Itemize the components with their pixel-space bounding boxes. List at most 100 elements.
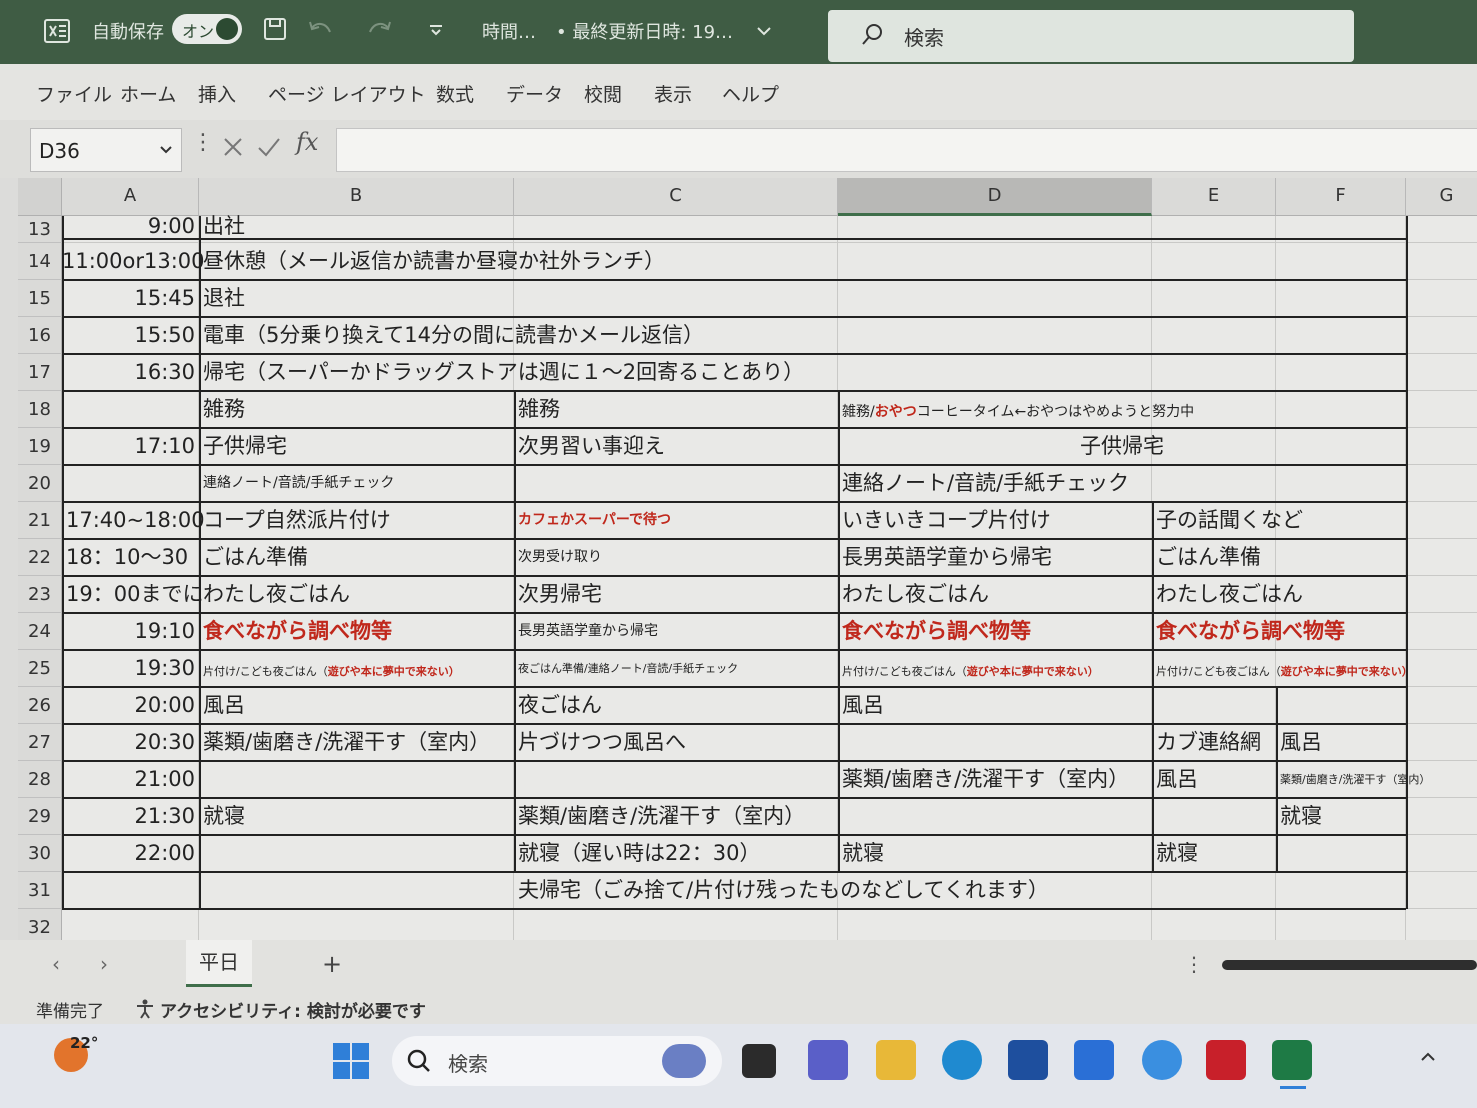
help-icon[interactable]	[1142, 1040, 1182, 1080]
row-header[interactable]: 20	[18, 465, 62, 502]
cell-a17[interactable]: 16:30	[62, 354, 199, 391]
cell-b15[interactable]: 退社	[199, 280, 514, 317]
cell-b18[interactable]: 雑務	[199, 391, 514, 428]
excel-taskbar-icon[interactable]	[1272, 1040, 1312, 1080]
cell-b24[interactable]: 食べながら調べ物等	[199, 613, 514, 650]
cell-e21[interactable]: 子の話聞くなど	[1152, 502, 1406, 539]
formula-input[interactable]	[336, 128, 1477, 172]
cell-a21[interactable]: 17:40~18:00	[62, 502, 205, 539]
windows-start-icon[interactable]	[332, 1042, 370, 1080]
redo-icon[interactable]	[366, 18, 394, 42]
row-header[interactable]: 17	[18, 354, 62, 391]
cell-a14[interactable]: 11:00or13:00	[62, 243, 205, 280]
customize-toolbar-icon[interactable]	[428, 24, 444, 36]
cell-b22[interactable]: ごはん準備	[199, 539, 514, 576]
undo-icon[interactable]	[306, 18, 334, 42]
cell-c22[interactable]: 次男受け取り	[514, 539, 838, 576]
taskbar-search[interactable]: 検索	[392, 1036, 722, 1086]
select-all-corner[interactable]	[18, 178, 62, 216]
cell-b20[interactable]: 連絡ノート/音読/手紙チェック	[199, 465, 514, 502]
cell-b27[interactable]: 薬類/歯磨き/洗濯干す（室内）	[199, 724, 514, 761]
accessibility-icon[interactable]	[134, 998, 156, 1020]
cell-c27[interactable]: 片づけつつ風呂へ	[514, 724, 838, 761]
more-options-icon[interactable]: ⋮	[1184, 952, 1204, 976]
next-sheet-icon[interactable]: ›	[100, 952, 108, 976]
cell-a23[interactable]: 19：00までに	[62, 576, 203, 613]
row-header[interactable]: 21	[18, 502, 62, 539]
row-header[interactable]: 15	[18, 280, 62, 317]
cell-d18[interactable]: 雑務/おやつコーヒータイム←おやつはやめようと努力中	[838, 391, 1398, 428]
cell-d20[interactable]: 連絡ノート/音読/手紙チェック	[838, 465, 1398, 502]
menu-help[interactable]: ヘルプ	[722, 80, 779, 107]
cell-c29[interactable]: 薬類/歯磨き/洗濯干す（室内）	[514, 798, 834, 835]
row-header[interactable]: 29	[18, 798, 62, 835]
cell-e23[interactable]: わたし夜ごはん	[1152, 576, 1406, 613]
column-header-e[interactable]: E	[1152, 178, 1276, 216]
menu-insert[interactable]: 挿入	[198, 80, 236, 107]
cell-a22[interactable]: 18：10～30	[62, 539, 199, 576]
menu-review[interactable]: 校閲	[584, 80, 622, 107]
cell-d25[interactable]: 片付け/こども夜ごはん（遊びや本に夢中で来ない）	[838, 650, 1152, 687]
task-view-icon[interactable]	[742, 1044, 776, 1078]
prev-sheet-icon[interactable]: ‹	[52, 952, 60, 976]
row-header[interactable]: 32	[18, 909, 62, 940]
cell-d28[interactable]: 薬類/歯磨き/洗濯干す（室内）	[838, 761, 1152, 798]
menu-file[interactable]: ファイル	[36, 80, 112, 107]
cell-c18[interactable]: 雑務	[514, 391, 838, 428]
cell-b19[interactable]: 子供帰宅	[199, 428, 514, 465]
cell-a27[interactable]: 20:30	[62, 724, 199, 761]
row-header[interactable]: 18	[18, 391, 62, 428]
row-header[interactable]: 24	[18, 613, 62, 650]
worksheet-grid[interactable]: A B C D E F G 13 14 15 16 17 18 19 20 21 22 23 24 25 26 27 28 2…	[18, 178, 1477, 940]
cell-d26[interactable]: 風呂	[838, 687, 1152, 724]
row-header[interactable]: 27	[18, 724, 62, 761]
cell-c21[interactable]: カフェかスーパーで待つ	[514, 502, 838, 539]
cell-f27[interactable]: 風呂	[1276, 724, 1406, 761]
cell-b14[interactable]: 昼休憩（メール返信か読書か昼寝か社外ランチ）	[199, 243, 1099, 280]
accessibility-status[interactable]: アクセシビリティ: 検討が必要です	[160, 997, 426, 1022]
cell-a16[interactable]: 15:50	[62, 317, 199, 354]
column-header-c[interactable]: C	[514, 178, 838, 216]
row-header[interactable]: 22	[18, 539, 62, 576]
search-box[interactable]: 検索	[828, 10, 1354, 62]
row-header[interactable]: 19	[18, 428, 62, 465]
cell-d22[interactable]: 長男英語学童から帰宅	[838, 539, 1152, 576]
row-header[interactable]: 14	[18, 243, 62, 280]
cell-b13[interactable]: 出社	[199, 214, 514, 239]
row-header[interactable]: 25	[18, 650, 62, 687]
cell-b31[interactable]: 夫帰宅（ごみ捨て/片付け残ったものなどしてくれます）	[514, 872, 1074, 909]
cell-a26[interactable]: 20:00	[62, 687, 199, 724]
cell-c23[interactable]: 次男帰宅	[514, 576, 838, 613]
chevron-down-icon[interactable]	[756, 26, 772, 36]
menu-formulas[interactable]: 数式	[436, 80, 474, 107]
cell-a19[interactable]: 17:10	[62, 428, 199, 465]
row-header[interactable]: 23	[18, 576, 62, 613]
menu-data[interactable]: データ	[506, 80, 563, 107]
cell-b29[interactable]: 就寝	[199, 798, 514, 835]
cell-e25[interactable]: 片付け/こども夜ごはん（遊びや本に夢中で来ない）	[1152, 650, 1413, 687]
cell-e28[interactable]: 風呂	[1152, 761, 1276, 798]
row-header[interactable]: 30	[18, 835, 62, 872]
cell-b21[interactable]: コープ自然派片付け	[199, 502, 514, 539]
myhp-icon[interactable]	[1074, 1040, 1114, 1080]
more-options-icon[interactable]: ⋮	[192, 130, 214, 155]
save-icon[interactable]	[262, 16, 288, 42]
cell-c30[interactable]: 就寝（遅い時は22：30）	[514, 835, 838, 872]
row-header[interactable]: 16	[18, 317, 62, 354]
cell-b16[interactable]: 電車（5分乗り換えて14分の間に読書かメール返信）	[199, 317, 1099, 354]
cell-c24[interactable]: 長男英語学童から帰宅	[514, 613, 838, 650]
edge-icon[interactable]	[942, 1040, 982, 1080]
cell-b25[interactable]: 片付け/こども夜ごはん（遊びや本に夢中で来ない）	[199, 650, 514, 687]
column-header-g[interactable]: G	[1406, 178, 1477, 216]
cell-d19[interactable]: 子供帰宅	[838, 428, 1406, 465]
cell-a25[interactable]: 19:30	[62, 650, 199, 687]
horizontal-scrollbar[interactable]	[1222, 960, 1477, 970]
chevron-up-icon[interactable]	[1420, 1052, 1436, 1062]
cell-a30[interactable]: 22:00	[62, 835, 199, 872]
document-title[interactable]: 時間…	[482, 18, 536, 44]
file-explorer-icon[interactable]	[876, 1040, 916, 1080]
cell-c26[interactable]: 夜ごはん	[514, 687, 838, 724]
column-header-d[interactable]: D	[838, 178, 1152, 216]
column-header-a[interactable]: A	[62, 178, 199, 216]
cell-b23[interactable]: わたし夜ごはん	[199, 576, 514, 613]
